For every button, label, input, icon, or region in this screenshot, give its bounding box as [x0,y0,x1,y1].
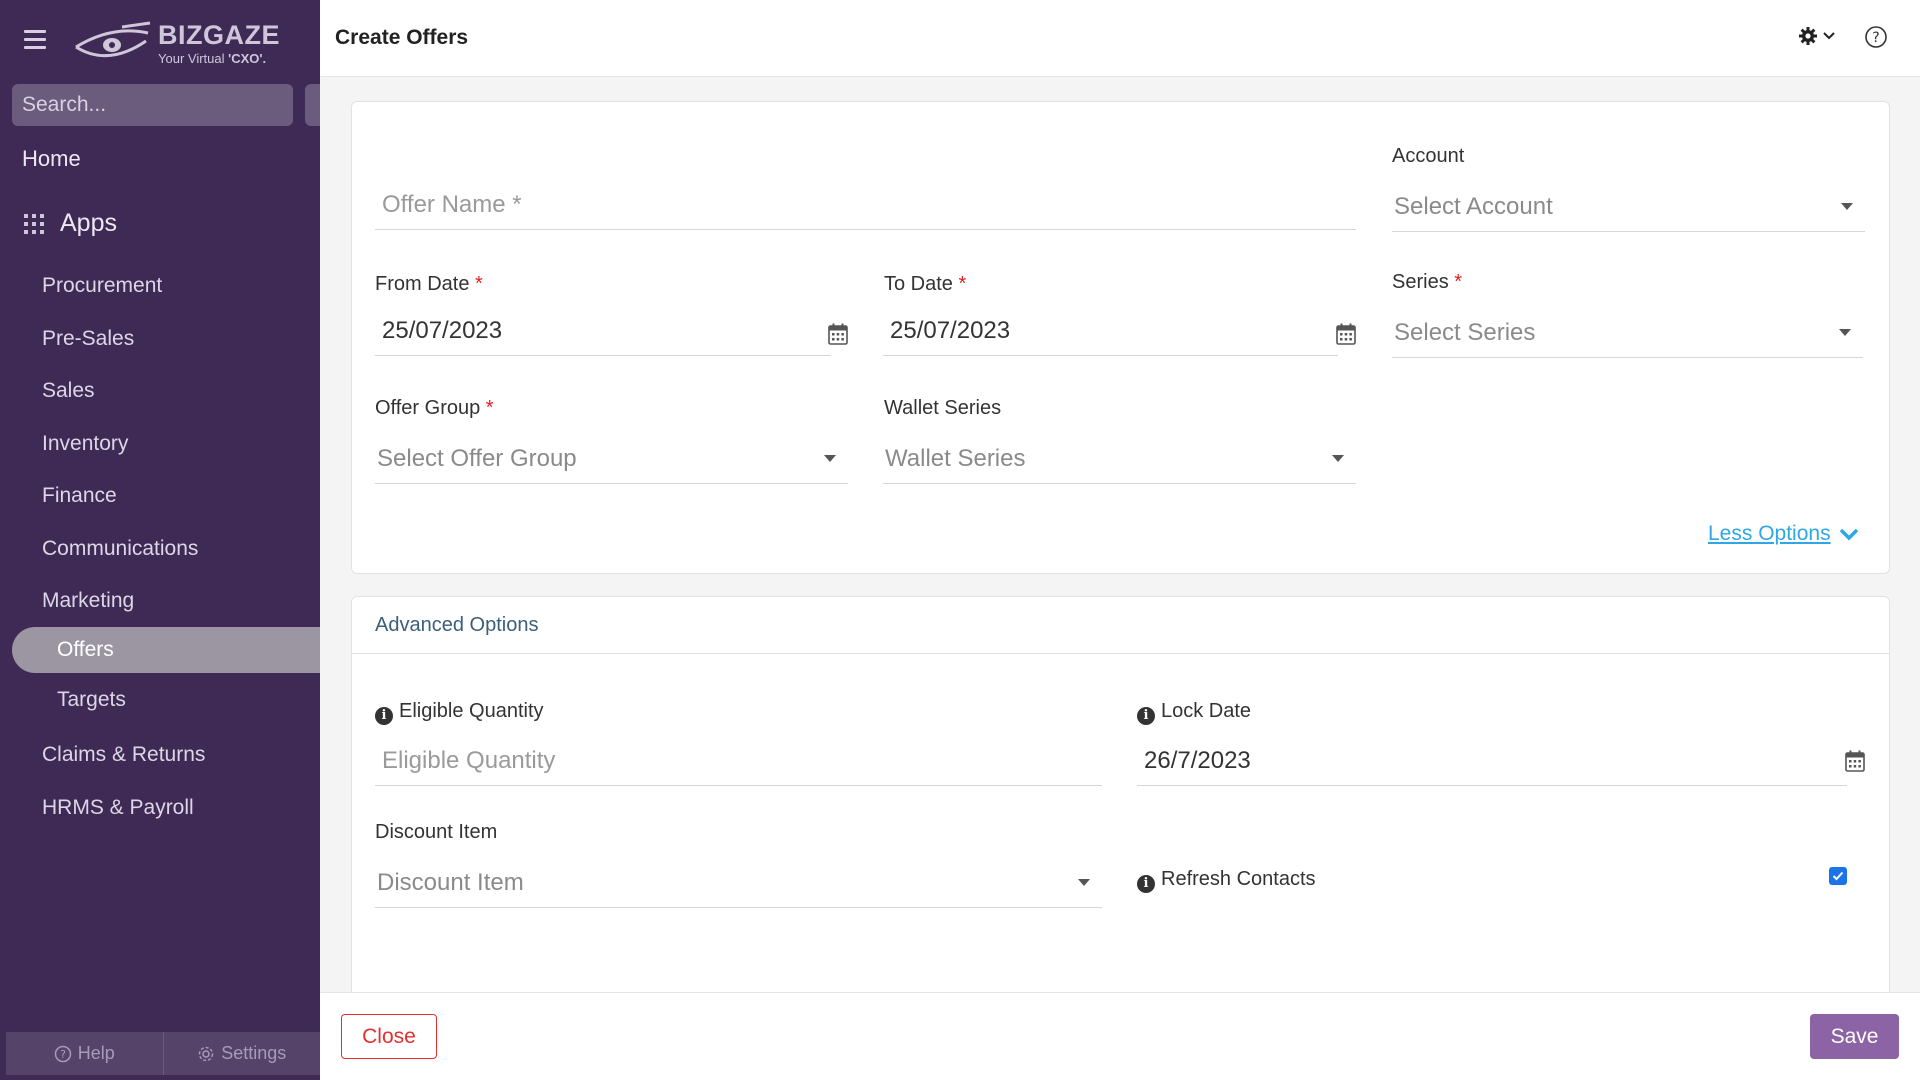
help-icon[interactable]: ? [1864,25,1888,49]
save-button[interactable]: Save [1810,1014,1899,1059]
info-icon[interactable]: i [1137,874,1155,893]
offer-name-field [375,180,1356,230]
discount-item-label: Discount Item [375,821,498,843]
wallet-series-label: Wallet Series [884,397,1002,419]
search-tab[interactable] [305,84,320,126]
advanced-options-header: Advanced Options [352,597,1889,654]
hamburger-menu-icon[interactable] [24,30,46,50]
eligible-quantity-input[interactable] [375,746,1102,775]
page-title: Create Offers [335,26,469,49]
offer-group-select-value: Select Offer Group [377,444,577,472]
account-select-value: Select Account [1394,192,1553,220]
sidebar-item-sales[interactable]: Sales [42,379,95,403]
settings-dropdown[interactable] [1798,26,1836,46]
series-label: Series * [1392,271,1463,293]
chevron-down-icon [1823,32,1835,40]
from-date-input[interactable] [375,316,831,345]
offer-group-select[interactable]: Select Offer Group [375,434,848,484]
to-date-input[interactable] [883,316,1338,345]
sidebar-item-home[interactable]: Home [22,146,81,172]
svg-text:?: ? [60,1048,66,1061]
info-icon[interactable]: i [375,706,393,725]
to-date-field [883,306,1338,356]
sidebar: BIZGAZE Your Virtual 'CXO'. Home Apps Pr… [0,0,320,1080]
series-select[interactable]: Select Series [1392,308,1863,358]
sidebar-item-claims-returns[interactable]: Claims & Returns [42,743,205,767]
sidebar-item-apps[interactable]: Apps [24,209,117,238]
caret-down-icon [1839,329,1851,336]
refresh-contacts-label: i Refresh Contacts [1137,868,1316,893]
caret-down-icon [1841,203,1853,210]
calendar-icon[interactable] [1336,323,1356,345]
settings-gear-icon [198,1046,214,1061]
logo-eye-icon [75,21,151,58]
wallet-series-select[interactable]: Wallet Series [883,434,1356,484]
logo: BIZGAZE Your Virtual 'CXO'. [72,18,280,68]
info-icon[interactable]: i [1137,706,1155,725]
sidebar-apps-label: Apps [60,209,117,237]
sidebar-item-finance[interactable]: Finance [42,484,117,508]
gear-icon [1799,27,1817,45]
account-select[interactable]: Select Account [1392,182,1865,232]
lock-date-label: i Lock Date [1137,700,1251,725]
sidebar-item-hrms-payroll[interactable]: HRMS & Payroll [42,796,194,820]
apps-grid-icon [24,213,44,234]
refresh-contacts-checkbox[interactable] [1829,867,1847,885]
sidebar-item-pre-sales[interactable]: Pre-Sales [42,327,134,351]
help-button[interactable]: ? Help [6,1032,163,1075]
caret-down-icon [1332,455,1344,462]
sidebar-footer: ? Help Settings [6,1032,320,1075]
discount-item-select[interactable]: Discount Item [375,858,1102,908]
chevron-down-icon [1839,528,1858,541]
calendar-icon[interactable] [828,323,848,345]
sidebar-item-inventory[interactable]: Inventory [42,432,128,456]
sidebar-item-marketing[interactable]: Marketing [42,589,134,613]
lock-date-field [1137,736,1847,786]
series-select-value: Select Series [1394,318,1536,346]
lock-date-input[interactable] [1137,746,1847,775]
logo-brand: BIZGAZE [158,19,280,50]
sidebar-item-procurement[interactable]: Procurement [42,274,162,298]
offer-group-label: Offer Group * [375,397,494,419]
close-button[interactable]: Close [341,1014,437,1059]
eligible-quantity-label: i Eligible Quantity [375,700,544,725]
account-label: Account [1392,145,1465,167]
action-bar [320,992,1920,1080]
svg-text:?: ? [1872,30,1879,46]
help-label: Help [77,1043,115,1063]
calendar-icon[interactable] [1845,750,1865,772]
sidebar-search [12,84,293,126]
help-circle-icon: ? [54,1045,71,1062]
settings-button[interactable]: Settings [162,1032,321,1075]
sidebar-item-targets[interactable]: Targets [57,688,126,712]
discount-item-select-value: Discount Item [377,868,524,896]
from-date-label: From Date * [375,273,483,295]
less-options-label: Less Options [1708,522,1831,545]
wallet-series-select-value: Wallet Series [885,444,1026,472]
page-header: Create Offers ? [320,0,1920,77]
settings-label: Settings [221,1043,287,1063]
caret-down-icon [1078,879,1090,886]
less-options-link[interactable]: Less Options [1708,522,1859,546]
advanced-options-title: Advanced Options [375,614,539,636]
check-icon [1832,871,1844,881]
sidebar-item-offers[interactable]: Offers [57,638,114,662]
eligible-quantity-field [375,736,1102,786]
search-input[interactable] [22,93,293,117]
logo-tagline: Your Virtual 'CXO'. [158,50,267,66]
from-date-field [375,306,831,356]
offer-name-input[interactable] [375,190,1356,219]
to-date-label: To Date * [884,273,967,295]
advanced-options-card [351,596,1890,1016]
sidebar-item-communications[interactable]: Communications [42,537,198,561]
caret-down-icon [824,455,836,462]
